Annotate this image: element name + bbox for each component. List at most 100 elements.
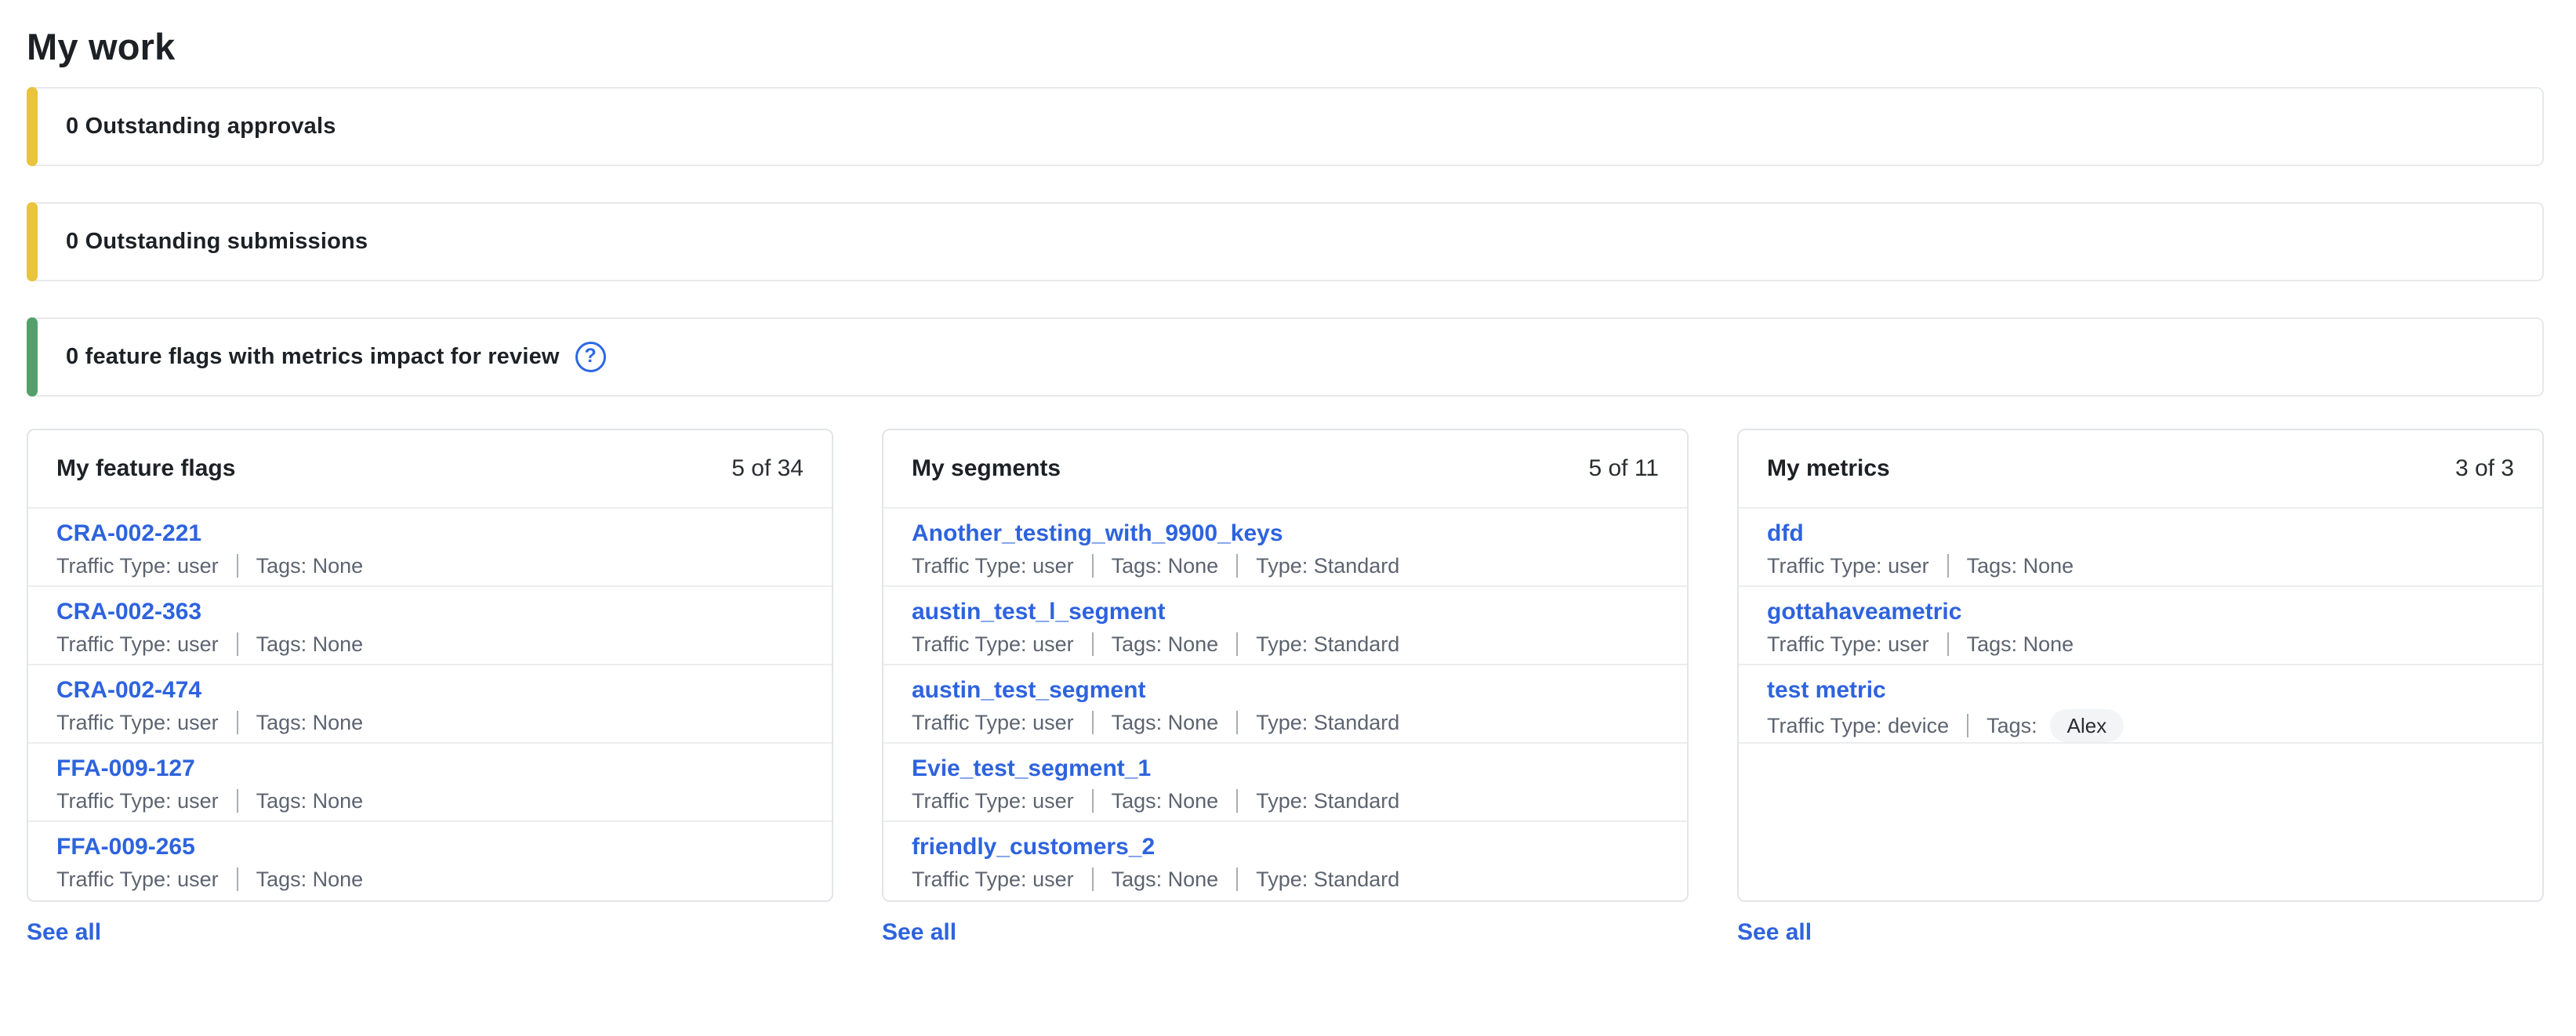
meta-text: Traffic Type: device [1767, 712, 1949, 739]
item-link[interactable]: austin_test_l_segment [912, 597, 1165, 627]
list-item: CRA-002-474 Traffic Type: user Tags: None [28, 665, 832, 744]
card-my-segments: My segments 5 of 11 Another_testing_with_9… [882, 429, 1689, 902]
alert-banner: 0 Outstanding approvals [27, 87, 2544, 166]
item-link[interactable]: CRA-002-363 [56, 597, 201, 627]
meta-text: Tags: None [1112, 552, 1219, 579]
meta-divider [237, 868, 238, 891]
banner-accent-bar [27, 317, 38, 397]
meta-text: Type: Standard [1256, 552, 1399, 579]
card-count: 5 of 11 [1588, 455, 1659, 482]
meta-text: Tags: None [1112, 631, 1219, 657]
meta-divider [237, 711, 238, 734]
item-link[interactable]: austin_test_segment [912, 676, 1145, 705]
item-meta: Traffic Type: device Tags: Alex [1767, 709, 2514, 742]
banner-accent-bar [27, 87, 38, 166]
list-item: FFA-009-265 Traffic Type: user Tags: None [28, 822, 832, 900]
card-header: My segments 5 of 11 [883, 430, 1687, 509]
item-link[interactable]: dfd [1767, 519, 1804, 549]
meta-divider [1092, 868, 1094, 891]
meta-text: Traffic Type: user [912, 631, 1074, 657]
item-meta: Traffic Type: user Tags: None Type: Standa… [912, 631, 1659, 657]
summary-cards: My feature flags 5 of 34 CRA-002-221 Traffi… [27, 429, 2544, 946]
meta-text: Tags: None [256, 788, 364, 814]
tag-chip: Alex [2050, 709, 2124, 742]
banner-text: 0 Outstanding approvals [66, 114, 336, 139]
card-title: My metrics [1767, 455, 1890, 482]
item-link[interactable]: CRA-002-221 [56, 519, 201, 549]
meta-divider [1947, 632, 1949, 656]
meta-text: Tags: None [256, 709, 364, 736]
meta-text: Traffic Type: user [912, 552, 1074, 579]
alert-banner: 0 Outstanding submissions [27, 202, 2544, 281]
meta-divider [1947, 554, 1949, 578]
item-link[interactable]: FFA-009-265 [56, 832, 195, 862]
meta-text: Traffic Type: user [912, 788, 1074, 814]
card-title: My segments [912, 455, 1061, 482]
see-all-link-my-segments[interactable]: See all [882, 919, 956, 946]
meta-text: Tags: None [1967, 552, 2074, 579]
card-my-metrics: My metrics 3 of 3 dfd Traffic Type: user Tag… [1737, 429, 2544, 902]
meta-text: Type: Standard [1256, 788, 1399, 814]
meta-text: Tags: None [1112, 788, 1219, 814]
alert-banners: 0 Outstanding approvals 0 Outstanding sub… [27, 87, 2544, 397]
see-all-link-my-feature-flags[interactable]: See all [27, 919, 101, 946]
list-item: dfd Traffic Type: user Tags: None [1739, 509, 2542, 587]
meta-text: Traffic Type: user [56, 631, 219, 657]
item-meta: Traffic Type: user Tags: None Type: Standa… [912, 866, 1659, 893]
list-item: austin_test_segment Traffic Type: userTag… [883, 665, 1687, 744]
item-link[interactable]: friendly_customers_2 [912, 832, 1155, 862]
meta-text: Tags: None [256, 631, 364, 657]
meta-divider [1967, 714, 1968, 737]
card-column-my-segments: My segments 5 of 11 Another_testing_with_9… [882, 429, 1689, 946]
list-item: test metric Traffic Type: device Tags: Alex [1739, 665, 2542, 744]
card-title: My feature flags [56, 455, 235, 482]
meta-text: Tags: [1986, 712, 2037, 739]
meta-text: Traffic Type: user [1767, 631, 1929, 657]
meta-text: Type: Standard [1256, 866, 1399, 893]
meta-text: Traffic Type: user [912, 866, 1074, 893]
list-item: gottahaveametric Traffic Type: user Tags: … [1739, 587, 2542, 665]
meta-text: Tags: None [1112, 866, 1219, 893]
banner-text: 0 Outstanding submissions [66, 229, 368, 255]
card-my-feature-flags: My feature flags 5 of 34 CRA-002-221 Traffi… [27, 429, 833, 902]
item-meta: Traffic Type: user Tags: None Type: Standa… [912, 552, 1659, 579]
meta-text: Traffic Type: user [56, 866, 219, 893]
list-item: friendly_customers_2 Traffic Type: user Ta… [883, 822, 1687, 900]
meta-text: Traffic Type: user [56, 709, 219, 736]
meta-divider [1236, 868, 1238, 891]
list-item: CRA-002-221 Traffic Type: userTags: None [28, 509, 832, 587]
meta-divider [1092, 789, 1094, 813]
item-meta: Traffic Type: user Tags: None [1767, 631, 2514, 657]
meta-divider [1236, 554, 1238, 578]
card-header: My feature flags 5 of 34 [28, 430, 832, 509]
card-count: 3 of 3 [2455, 455, 2514, 482]
meta-divider [237, 632, 238, 656]
meta-divider [1236, 789, 1238, 813]
meta-text: Tags: None [1967, 631, 2074, 657]
meta-divider [237, 789, 238, 813]
item-meta: Traffic Type: user Tags: None [56, 631, 804, 657]
item-meta: Traffic Type: userTags: NoneType: Standa… [912, 709, 1659, 736]
item-link[interactable]: test metric [1767, 676, 1886, 705]
item-meta: Traffic Type: user Tags: None [56, 866, 804, 893]
meta-text: Traffic Type: user [1767, 552, 1929, 579]
see-all-link-my-metrics[interactable]: See all [1737, 919, 1812, 946]
item-link[interactable]: CRA-002-474 [56, 676, 201, 705]
card-count: 5 of 34 [731, 455, 804, 482]
meta-divider [1092, 632, 1094, 656]
item-link[interactable]: gottahaveametric [1767, 597, 1961, 627]
meta-text: Type: Standard [1256, 631, 1399, 657]
meta-divider [1236, 632, 1238, 656]
item-link[interactable]: FFA-009-127 [56, 754, 195, 784]
item-link[interactable]: Another_testing_with_9900_keys [912, 519, 1283, 549]
item-meta: Traffic Type: user Tags: None [1767, 552, 2514, 579]
meta-divider [237, 554, 238, 578]
item-link[interactable]: Evie_test_segment_1 [912, 754, 1151, 784]
meta-text: Tags: None [256, 552, 364, 579]
meta-divider [1092, 554, 1094, 578]
my-work-page: My work 0 Outstanding approvals0 Outstan… [0, 0, 2576, 946]
question-mark-circle-icon[interactable]: ? [575, 342, 606, 372]
item-meta: Traffic Type: userTags: None [56, 552, 804, 579]
meta-divider [1236, 711, 1238, 734]
meta-text: Tags: None [256, 866, 364, 893]
